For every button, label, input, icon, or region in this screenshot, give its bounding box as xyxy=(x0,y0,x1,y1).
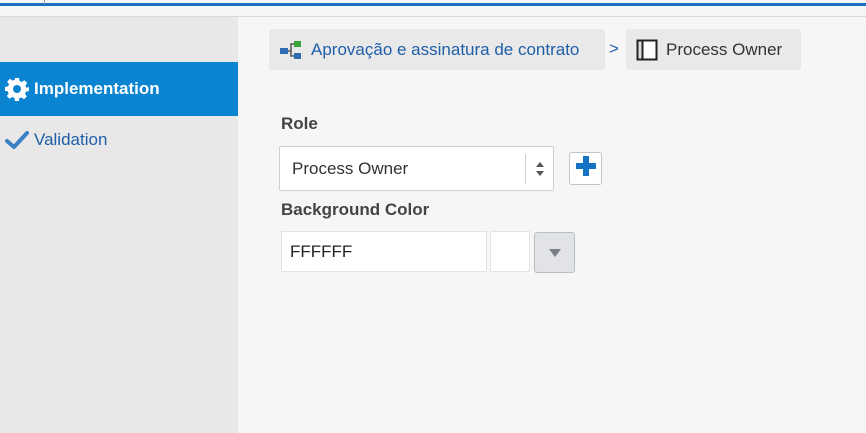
role-label: Role xyxy=(281,114,318,133)
breadcrumb-role: Process Owner xyxy=(626,29,801,70)
role-select[interactable]: Process Owner xyxy=(279,146,554,191)
background-color-input[interactable]: FFFFFF xyxy=(281,231,487,272)
add-role-button[interactable] xyxy=(569,152,602,185)
background-color-label: Background Color xyxy=(281,200,430,219)
triangle-down-icon xyxy=(548,244,561,262)
top-strip xyxy=(0,0,866,17)
background-color-value: FFFFFF xyxy=(290,241,353,261)
sidebar-item-validation[interactable]: Validation xyxy=(0,113,238,167)
sidebar: Implementation Validation xyxy=(0,17,238,433)
color-swatch[interactable] xyxy=(490,231,530,272)
sidebar-item-implementation[interactable]: Implementation xyxy=(0,62,238,116)
header-divider xyxy=(44,0,45,4)
main-panel: Aprovação e assinatura de contrato > Pro… xyxy=(238,17,866,433)
breadcrumb-role-label: Process Owner xyxy=(666,39,783,59)
breadcrumb-process[interactable]: Aprovação e assinatura de contrato xyxy=(269,29,605,70)
swimlane-icon xyxy=(636,39,658,61)
header-accent-line xyxy=(0,3,866,6)
process-flow-icon xyxy=(279,40,303,60)
sidebar-item-label: Validation xyxy=(34,130,108,149)
breadcrumb-separator: > xyxy=(609,39,619,58)
role-select-value: Process Owner xyxy=(292,158,409,178)
sidebar-item-label: Implementation xyxy=(34,79,160,98)
breadcrumb-process-label: Aprovação e assinatura de contrato xyxy=(311,39,580,59)
checkmark-icon xyxy=(4,127,30,153)
color-picker-dropdown[interactable] xyxy=(534,232,575,273)
plus-icon xyxy=(575,155,597,182)
gear-icon xyxy=(4,76,30,102)
updown-arrows-icon xyxy=(525,154,553,184)
